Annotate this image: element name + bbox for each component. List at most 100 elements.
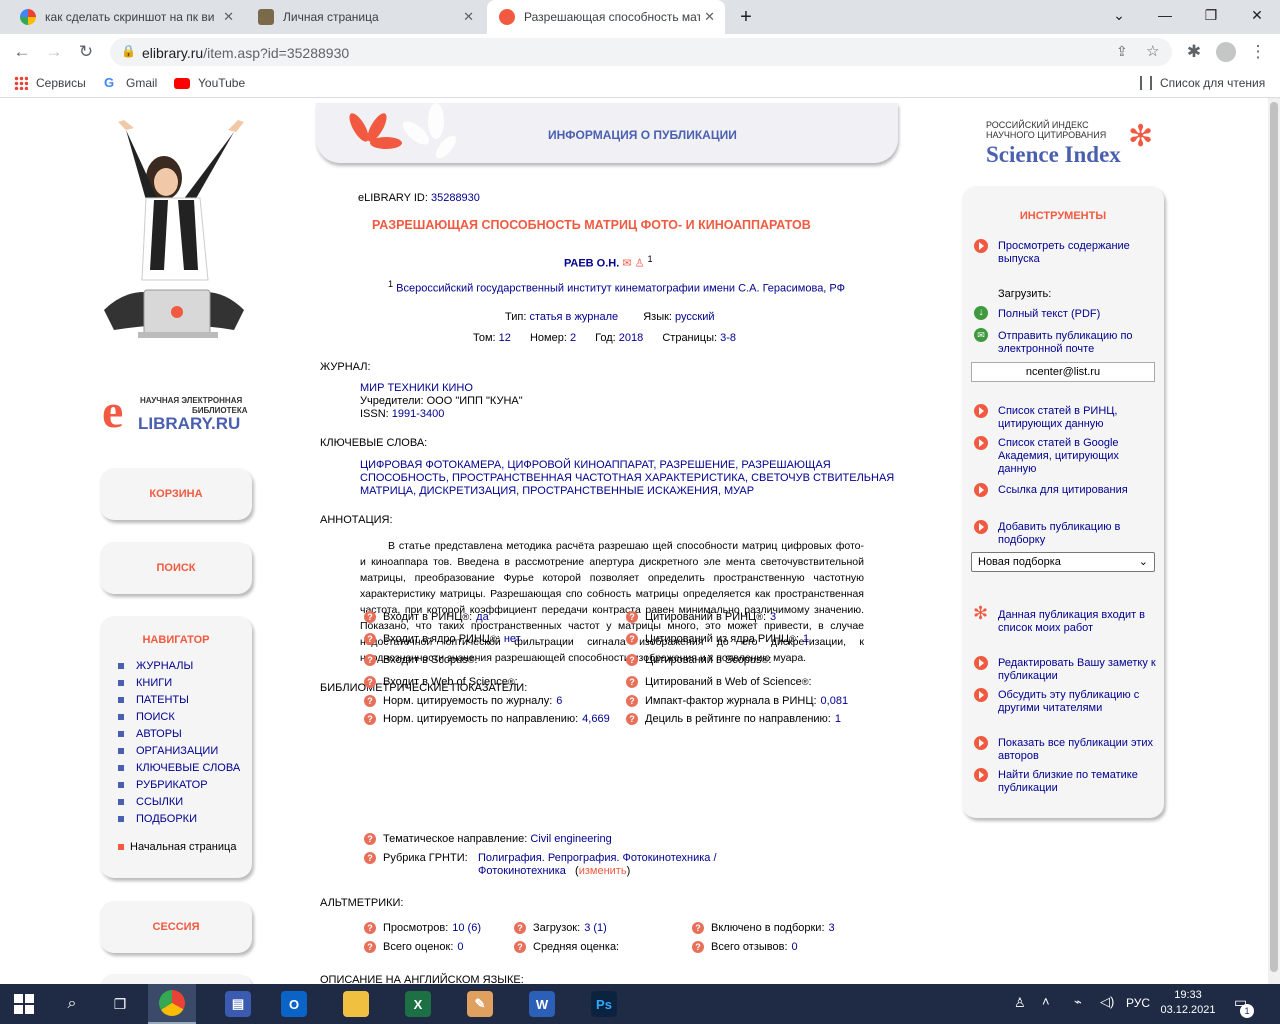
vol-value[interactable]: 12	[499, 332, 511, 344]
save-app-icon[interactable]: ▤	[214, 984, 262, 1024]
bibliometric-value[interactable]: 1	[803, 633, 809, 645]
discuss-link[interactable]: Обсудить эту публикацию с другими читате…	[998, 689, 1158, 715]
journal-link[interactable]: МИР ТЕХНИКИ КИНО	[360, 382, 473, 394]
back-arrow-icon[interactable]: ←	[10, 40, 34, 64]
search-button[interactable]: ПОИСК	[100, 542, 252, 594]
tab-personal-page[interactable]: Личная страница ✕	[246, 0, 484, 34]
photoshop-icon[interactable]: Ps	[580, 984, 628, 1024]
my-works-link[interactable]: Данная публикация входит в список моих р…	[998, 609, 1158, 635]
help-icon[interactable]: ?	[626, 713, 638, 725]
language-indicator[interactable]: РУС	[1126, 996, 1150, 1010]
bookmark-star-icon[interactable]: ☆	[1146, 42, 1159, 60]
help-icon[interactable]: ?	[364, 713, 376, 725]
collection-select[interactable]: Новая подборка ⌄	[971, 552, 1155, 572]
scrollbar[interactable]	[1268, 98, 1280, 984]
view-issue-link[interactable]: Просмотреть содержание выпуска	[998, 240, 1158, 266]
science-index-logo[interactable]: РОССИЙСКИЙ ИНДЕКС НАУЧНОГО ЦИТИРОВАНИЯ Sc…	[986, 120, 1166, 170]
search-icon[interactable]: ⌕	[48, 984, 96, 1024]
grnti-link[interactable]: Полиграфия. Репрография. Фотокинотехника…	[478, 852, 717, 864]
email-icon[interactable]: ✉	[622, 258, 631, 270]
altmetric-value[interactable]: 10 (6)	[452, 922, 481, 934]
chrome-taskbar-icon[interactable]	[148, 984, 196, 1024]
similar-link[interactable]: Найти близкие по тематике публикации	[998, 769, 1158, 795]
help-icon[interactable]: ?	[364, 695, 376, 707]
help-icon[interactable]: ?	[626, 676, 638, 688]
outlook-icon[interactable]: O	[270, 984, 318, 1024]
tab-current-article[interactable]: Разрешающая способность мат ✕	[487, 0, 725, 34]
bibliometric-value[interactable]: 3	[770, 611, 776, 623]
omnibox[interactable]: 🔒 elibrary.ru/item.asp?id=35288930 ⇪ ☆	[110, 38, 1172, 66]
scrollbar-thumb[interactable]	[1270, 102, 1278, 972]
nav-item[interactable]: АВТОРЫ	[118, 728, 182, 740]
close-window-button[interactable]: ✕	[1234, 0, 1280, 30]
share-icon[interactable]: ⇪	[1116, 43, 1128, 60]
send-email-link[interactable]: Отправить публикацию по электронной почт…	[998, 330, 1158, 356]
close-icon[interactable]: ✕	[223, 9, 234, 25]
grnti-link[interactable]: Фотокинотехника	[478, 865, 566, 877]
help-icon[interactable]: ?	[364, 633, 376, 645]
close-icon[interactable]: ✕	[704, 9, 715, 25]
keywords-line[interactable]: СПОСОБНОСТЬ, ПРОСТРАНСТВЕННАЯ ЧАСТОТНАЯ …	[360, 472, 894, 484]
task-view-icon[interactable]: ❐	[96, 984, 144, 1024]
paint-icon[interactable]: ✎	[456, 984, 504, 1024]
all-by-authors-link[interactable]: Показать все публикации этих авторов	[998, 737, 1158, 763]
bibliometric-value[interactable]: 6	[556, 695, 562, 707]
altmetric-value[interactable]: 0	[792, 941, 798, 953]
close-icon[interactable]: ✕	[463, 9, 474, 25]
help-icon[interactable]: ?	[626, 611, 638, 623]
edit-note-link[interactable]: Редактировать Вашу заметку к публикации	[998, 657, 1158, 683]
people-icon[interactable]: ♙	[1014, 995, 1026, 1011]
nav-item[interactable]: ПОДБОРКИ	[118, 813, 197, 825]
bibliometric-value[interactable]: 4,669	[582, 713, 610, 725]
bookmark-services[interactable]: Сервисы	[14, 76, 86, 90]
bibliometric-value[interactable]: 1	[835, 713, 841, 725]
bookmark-youtube[interactable]: YouTube	[174, 76, 245, 90]
grnti-change-link[interactable]: изменить	[579, 865, 627, 877]
email-input[interactable]	[971, 362, 1155, 382]
affiliation-link[interactable]: Всероссийский государственный институт к…	[396, 283, 845, 295]
help-icon[interactable]: ?	[514, 922, 526, 934]
file-explorer-icon[interactable]	[332, 984, 380, 1024]
full-text-link[interactable]: Полный текст (PDF)	[998, 308, 1158, 321]
nav-item[interactable]: ЖУРНАЛЫ	[118, 660, 193, 672]
help-icon[interactable]: ?	[364, 611, 376, 623]
clock[interactable]: 19:33 03.12.2021	[1160, 988, 1216, 1018]
add-collection-link[interactable]: Добавить публикацию в подборку	[998, 521, 1158, 547]
windows-start-icon[interactable]	[0, 984, 48, 1024]
nav-item[interactable]: КНИГИ	[118, 677, 172, 689]
altmetric-value[interactable]: 3	[829, 922, 835, 934]
keywords-line[interactable]: ЦИФРОВАЯ ФОТОКАМЕРА, ЦИФРОВОЙ КИНОАППАРА…	[360, 459, 831, 471]
profile-avatar-icon[interactable]	[1214, 40, 1238, 64]
id-value[interactable]: 35288930	[431, 192, 480, 204]
reading-list-button[interactable]: Список для чтения	[1140, 76, 1265, 90]
word-icon[interactable]: W	[518, 984, 566, 1024]
network-icon[interactable]: ⌁	[1074, 994, 1082, 1010]
bibliometric-value[interactable]: да	[476, 611, 489, 623]
author-link[interactable]: РАЕВ О.Н.	[564, 258, 619, 270]
nav-item[interactable]: ССЫЛКИ	[118, 796, 183, 808]
session-button[interactable]: СЕССИЯ	[100, 901, 252, 953]
bibliometric-value[interactable]: нет	[504, 633, 521, 645]
cite-link[interactable]: Ссылка для цитирования	[998, 484, 1158, 497]
citing-rinc-link[interactable]: Список статей в РИНЦ, цитирующих данную	[998, 405, 1158, 431]
help-icon[interactable]: ?	[364, 676, 376, 688]
nav-item[interactable]: КЛЮЧЕВЫЕ СЛОВА	[118, 762, 240, 774]
chrome-menu-icon[interactable]: ⋮	[1246, 40, 1270, 64]
restore-button[interactable]: ❐	[1188, 0, 1234, 30]
bookmark-gmail[interactable]: G Gmail	[104, 76, 157, 91]
topic-value[interactable]: Civil engineering	[530, 833, 611, 845]
citing-google-link[interactable]: Список статей в Google Академия, цитирую…	[998, 437, 1158, 476]
reload-icon[interactable]: ↻	[74, 40, 98, 64]
new-tab-button[interactable]: +	[728, 2, 764, 32]
tab-search-icon[interactable]: ⌄	[1096, 0, 1142, 30]
cart-button[interactable]: КОРЗИНА	[100, 468, 252, 520]
tab-google-search[interactable]: как сделать скриншот на пк вин ✕	[8, 0, 244, 34]
excel-icon[interactable]: X	[394, 984, 442, 1024]
volume-icon[interactable]: ◁)	[1100, 994, 1114, 1010]
help-icon[interactable]: ?	[364, 654, 376, 666]
help-icon[interactable]: ?	[626, 633, 638, 645]
nav-item[interactable]: ПОИСК	[118, 711, 175, 723]
help-icon[interactable]: ?	[364, 852, 376, 864]
help-icon[interactable]: ?	[626, 654, 638, 666]
altmetric-value[interactable]: 3 (1)	[584, 922, 607, 934]
